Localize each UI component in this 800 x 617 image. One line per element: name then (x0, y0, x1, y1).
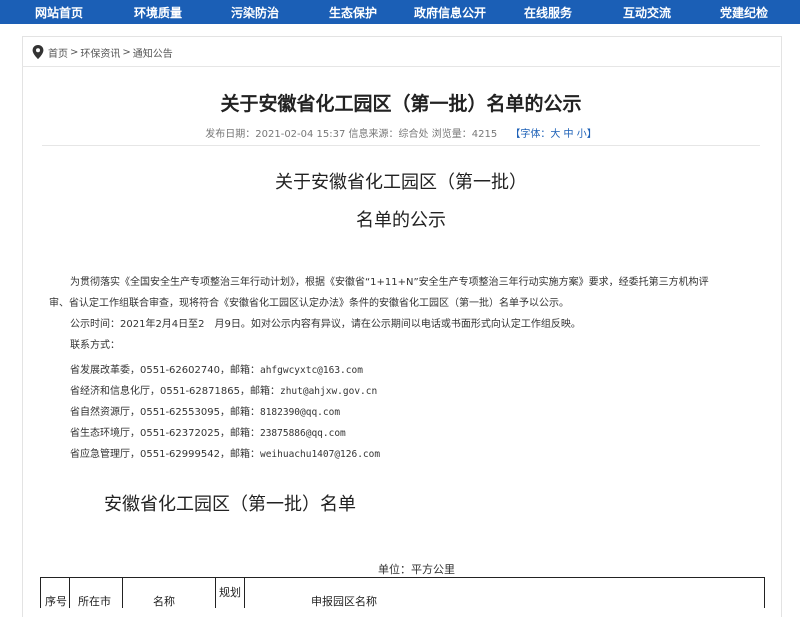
article-title: 关于安徽省化工园区（第一批）名单的公示 (220, 93, 582, 115)
header-index: 序号 (45, 595, 67, 608)
table-header-cell: 序号 (41, 578, 70, 608)
contact-email[interactable]: ahfgwcyxtc@163.com (260, 365, 363, 376)
breadcrumb-notices[interactable]: 通知公告 (133, 45, 173, 60)
paragraph-2: 公示时间：2021年2月4日至2 月9日。如对公示内容有异议，请在公示期间以电话… (70, 319, 581, 330)
top-navigation: 网站首页 环境质量 污染防治 生态保护 政府信息公开 在线服务 互动交流 党建纪… (0, 0, 800, 24)
nav-item-ecology-protection[interactable]: 生态保护 (329, 4, 377, 21)
contact-org: 省自然资源厅，0551-62553095，邮箱： (70, 407, 260, 418)
breadcrumb: 首页 > 环保资讯 > 通知公告 (32, 44, 173, 60)
article-meta: 发布日期：2021-02-04 15:37 信息来源：综合处 浏览量：4215 … (22, 125, 780, 140)
table-header-cell: 名称 (123, 578, 216, 608)
contact-org: 省经济和信息化厅，0551-62871865，邮箱： (70, 386, 280, 397)
header-name: 名称 (153, 595, 175, 608)
contact-org: 省应急管理厅，0551-62999542，邮箱： (70, 449, 260, 460)
contact-line: 省应急管理厅，0551-62999542，邮箱：weihuachu1407@12… (70, 445, 380, 460)
header-park-name: 申报园区名称 (311, 595, 377, 608)
breadcrumb-home[interactable]: 首页 (48, 45, 68, 60)
contact-email[interactable]: 8182390@qq.com (260, 407, 340, 418)
nav-item-interaction[interactable]: 互动交流 (623, 4, 671, 21)
contact-line: 省发展改革委，0551-62602740，邮箱：ahfgwcyxtc@163.c… (70, 361, 363, 376)
divider (22, 66, 780, 67)
breadcrumb-separator: > (122, 46, 131, 58)
contact-line: 省生态环境厅，0551-62372025，邮箱：23875886@qq.com (70, 424, 346, 439)
document-title-line1: 关于安徽省化工园区（第一批） (275, 172, 527, 193)
contact-email[interactable]: 23875886@qq.com (260, 428, 346, 439)
document-title-line2: 名单的公示 (356, 210, 446, 231)
contact-email[interactable]: zhut@ahjxw.gov.cn (280, 386, 377, 397)
location-pin-icon (32, 45, 44, 59)
header-plan: 规划 (219, 586, 241, 599)
table-header-cell: 所在市 (70, 578, 123, 608)
contact-org: 省发展改革委，0551-62602740，邮箱： (70, 365, 260, 376)
breadcrumb-separator: > (70, 46, 79, 58)
breadcrumb-news[interactable]: 环保资讯 (80, 45, 120, 60)
nav-item-party-discipline[interactable]: 党建纪检 (720, 4, 768, 21)
header-city: 所在市 (78, 595, 111, 608)
divider (42, 145, 760, 146)
contact-org: 省生态环境厅，0551-62372025，邮箱： (70, 428, 260, 439)
nav-item-home[interactable]: 网站首页 (35, 4, 83, 21)
unit-label: 单位：平方公里 (378, 563, 455, 576)
contact-email[interactable]: weihuachu1407@126.com (260, 449, 380, 460)
parks-table: 序号 所在市 名称 规划 申报园区名称 (40, 577, 765, 608)
paragraph-1-line1: 为贯彻落实《全国安全生产专项整治三年行动计划》，根据《安徽省“1+11+N”安全… (70, 277, 709, 288)
contact-line: 省自然资源厅，0551-62553095，邮箱：8182390@qq.com (70, 403, 340, 418)
list-title: 安徽省化工园区（第一批）名单 (104, 494, 356, 515)
font-size-switcher[interactable]: 【字体：大 中 小】 (510, 129, 596, 140)
nav-item-pollution-control[interactable]: 污染防治 (231, 4, 279, 21)
nav-item-environment-quality[interactable]: 环境质量 (134, 4, 182, 21)
nav-item-government-info[interactable]: 政府信息公开 (414, 4, 486, 21)
table-header-cell: 申报园区名称 (245, 578, 765, 608)
nav-item-online-service[interactable]: 在线服务 (524, 4, 572, 21)
contact-line: 省经济和信息化厅，0551-62871865，邮箱：zhut@ahjxw.gov… (70, 382, 377, 397)
paragraph-1-line2: 审、省认定工作组联合审查，现将符合《安徽省化工园区认定办法》条件的安徽省化工园区… (49, 298, 569, 309)
publish-info: 发布日期：2021-02-04 15:37 信息来源：综合处 浏览量：4215 (205, 129, 498, 140)
table-header-cell: 规划 (216, 578, 245, 608)
contact-label: 联系方式： (70, 340, 120, 351)
